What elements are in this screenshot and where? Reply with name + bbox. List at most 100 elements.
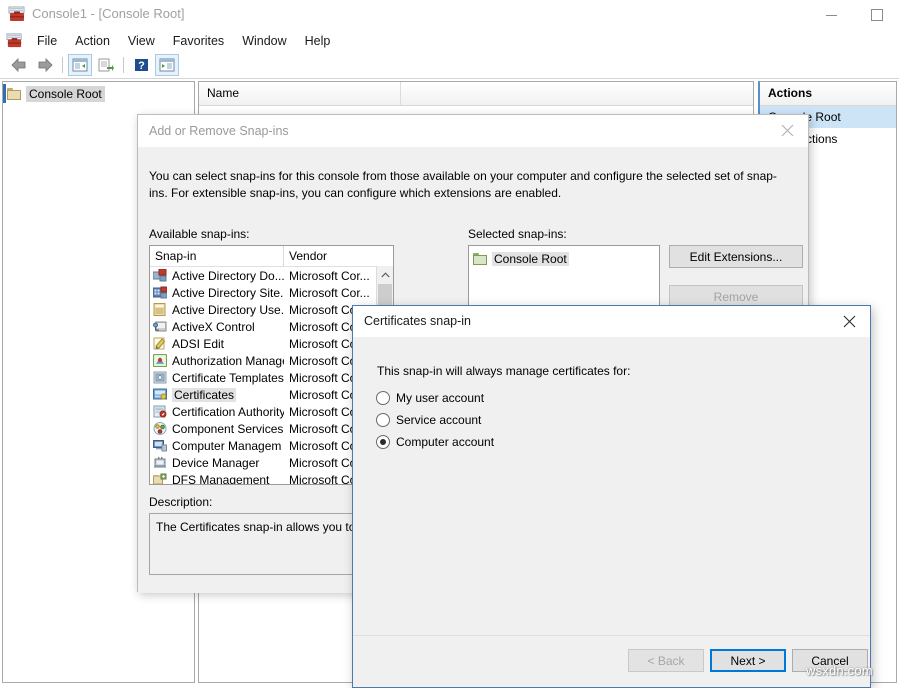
- radio-icon-selected: [376, 435, 390, 449]
- snapin-name: Certification Authority: [172, 404, 284, 419]
- minimize-button[interactable]: [809, 0, 854, 30]
- titlebar: Console1 - [Console Root]: [0, 0, 899, 30]
- selected-snapins-label: Selected snap-ins:: [468, 227, 567, 241]
- tree-item-console-root[interactable]: Console Root: [3, 84, 194, 103]
- snapin-name: DFS Management: [172, 472, 270, 485]
- column-header-name[interactable]: Name: [199, 82, 401, 105]
- ad-sites-services-icon: [153, 286, 169, 300]
- radio-label: Service account: [396, 413, 482, 427]
- menu-file[interactable]: File: [28, 31, 66, 51]
- mmc-console-small-icon: [6, 32, 23, 49]
- snapin-name: Active Directory Site...: [172, 285, 284, 300]
- menu-action[interactable]: Action: [66, 31, 119, 51]
- certificates-dialog-titlebar: Certificates snap-in: [353, 306, 870, 338]
- certificates-prompt: This snap-in will always manage certific…: [377, 364, 631, 378]
- show-hide-action-pane-button[interactable]: [155, 54, 179, 76]
- back-icon: [11, 58, 26, 72]
- radio-service-account[interactable]: Service account: [376, 413, 481, 427]
- menu-favorites[interactable]: Favorites: [164, 31, 233, 51]
- certificates-snapin-dialog: Certificates snap-in This snap-in will a…: [352, 305, 871, 688]
- authorization-manager-icon: [153, 353, 169, 368]
- certificates-dialog-title: Certificates snap-in: [364, 314, 471, 328]
- close-icon: [781, 124, 793, 137]
- forward-button[interactable]: [33, 54, 57, 76]
- menu-window[interactable]: Window: [233, 31, 295, 51]
- ad-users-computers-icon: [153, 302, 169, 317]
- certificates-dialog-body: This snap-in will always manage certific…: [353, 337, 870, 653]
- toolbar: ?: [0, 52, 899, 79]
- mmc-console-icon: [8, 5, 26, 23]
- snapin-vendor: Microsoft Cor...: [289, 285, 370, 300]
- certificates-close-button[interactable]: [828, 306, 870, 337]
- radio-computer-account[interactable]: Computer account: [376, 435, 494, 449]
- maximize-icon: [870, 9, 883, 21]
- next-button[interactable]: Next >: [710, 649, 786, 672]
- snapin-vendor: Microsoft Cor...: [289, 268, 370, 283]
- toolbar-separator-2: [123, 57, 124, 73]
- help-button[interactable]: ?: [129, 54, 153, 76]
- snapin-name: Computer Managem: [172, 438, 282, 453]
- show-hide-tree-button[interactable]: [68, 54, 92, 76]
- certificate-templates-icon: [153, 371, 169, 385]
- export-list-icon: [98, 58, 114, 72]
- radio-icon: [376, 391, 390, 405]
- available-list-header: Snap-in Vendor: [150, 246, 393, 267]
- chevron-up-icon: [380, 271, 390, 277]
- snapin-name: Active Directory Do...: [172, 268, 284, 283]
- list-header: Name: [199, 82, 753, 106]
- snapin-name: Authorization Manager: [172, 353, 284, 368]
- menu-help[interactable]: Help: [296, 31, 340, 51]
- minimize-icon: [826, 14, 837, 16]
- actions-pane-header: Actions: [760, 82, 896, 106]
- menu-view[interactable]: View: [119, 31, 164, 51]
- activex-control-icon: [153, 320, 169, 334]
- menu-items: File Action View Favorites Window Help: [28, 30, 339, 52]
- scroll-up-button[interactable]: [377, 266, 393, 283]
- radio-label: My user account: [396, 391, 485, 405]
- folder-icon: [7, 87, 21, 100]
- column-header-snapin[interactable]: Snap-in: [150, 246, 284, 266]
- list-item[interactable]: Active Directory Do... Microsoft Cor...: [150, 267, 393, 284]
- tree-item-label: Console Root: [26, 85, 105, 102]
- add-remove-close-button[interactable]: [766, 115, 808, 146]
- back-button[interactable]: [7, 54, 31, 76]
- snapin-name: Certificate Templates: [172, 370, 284, 385]
- window-controls: [809, 0, 899, 30]
- device-manager-icon: [153, 456, 169, 470]
- add-remove-titlebar: Add or Remove Snap-ins: [138, 115, 808, 147]
- radio-icon: [376, 413, 390, 427]
- show-hide-action-pane-icon: [159, 58, 175, 72]
- back-button: < Back: [628, 649, 704, 672]
- forward-icon: [38, 58, 53, 72]
- snapin-name: Device Manager: [172, 455, 260, 470]
- dfs-management-icon: [153, 473, 169, 484]
- export-list-button[interactable]: [94, 54, 118, 76]
- selected-snapin-row[interactable]: Console Root: [473, 250, 659, 268]
- maximize-button[interactable]: [854, 0, 899, 30]
- close-icon: [843, 315, 855, 328]
- selected-snapin-label: Console Root: [492, 252, 569, 266]
- snapin-name: Active Directory Use...: [172, 302, 284, 317]
- edit-extensions-button[interactable]: Edit Extensions...: [669, 245, 803, 268]
- snapin-name: ADSI Edit: [172, 336, 225, 351]
- snapin-name: ActiveX Control: [172, 319, 255, 334]
- available-snapins-label: Available snap-ins:: [149, 227, 250, 241]
- certificates-icon: [153, 388, 169, 402]
- adsi-edit-icon: [153, 337, 169, 351]
- radio-my-user-account[interactable]: My user account: [376, 391, 484, 405]
- svg-text:?: ?: [138, 60, 145, 72]
- snapin-name: Component Services: [172, 421, 284, 436]
- certificates-dialog-footer: < Back Next > Cancel: [353, 635, 870, 687]
- ad-domains-trusts-icon: [153, 268, 169, 283]
- column-header-blank[interactable]: [401, 82, 753, 105]
- help-icon: ?: [134, 59, 148, 72]
- window-title: Console1 - [Console Root]: [32, 6, 185, 21]
- list-item[interactable]: Active Directory Site... Microsoft Cor..…: [150, 284, 393, 301]
- add-remove-title: Add or Remove Snap-ins: [149, 124, 289, 138]
- component-services-icon: [153, 421, 169, 436]
- watermark: wsxdn.com: [806, 663, 873, 678]
- computer-management-icon: [153, 439, 169, 453]
- add-remove-intro-text: You can select snap-ins for this console…: [149, 169, 777, 200]
- column-header-vendor[interactable]: Vendor: [284, 246, 376, 266]
- toolbar-separator: [62, 57, 63, 73]
